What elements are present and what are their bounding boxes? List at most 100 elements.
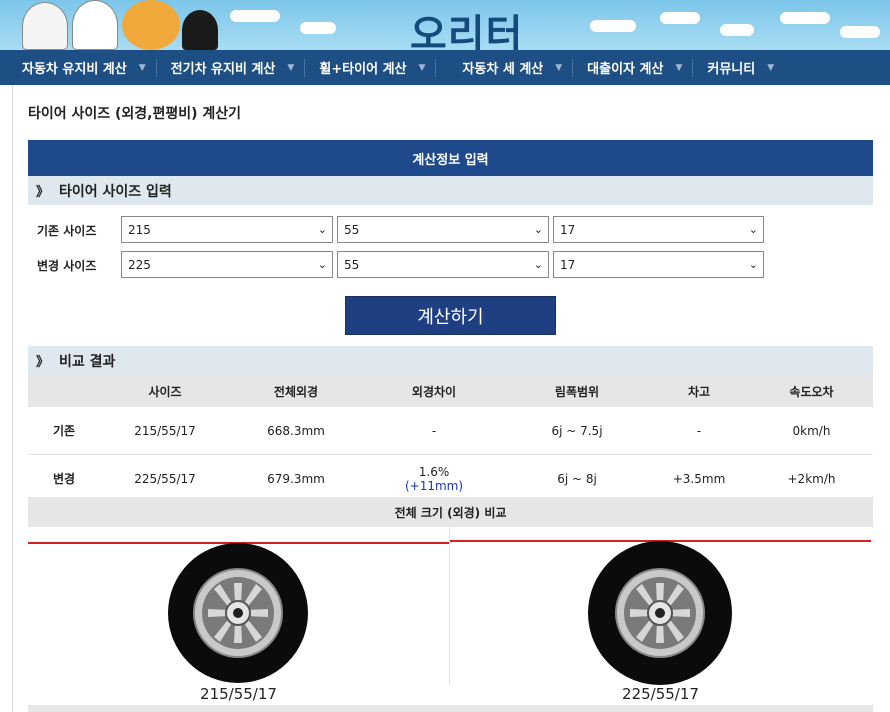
input-section-bar: 계산정보 입력: [28, 140, 873, 176]
column-header: 외경차이: [362, 375, 506, 407]
cloud-decoration: [590, 20, 636, 32]
cloud-decoration: [660, 12, 700, 24]
cloud-decoration: [780, 12, 830, 24]
chevron-down-icon: ⌄: [748, 223, 758, 236]
chevron-down-icon: ⌄: [533, 223, 543, 236]
cloud-decoration: [230, 10, 280, 22]
section-footer: [28, 705, 873, 712]
nav-divider: [435, 58, 437, 77]
tire-icon: [168, 543, 308, 683]
cell-diameter: 668.3mm: [230, 407, 362, 455]
size-compare-header: 전체 크기 (외경) 비교: [28, 497, 873, 527]
double-chevron-icon: 》: [36, 355, 50, 370]
header-banner: 오리터: [0, 0, 890, 50]
select-value: 55: [344, 222, 360, 237]
nav-item-label: 자동차 세 계산: [462, 62, 544, 77]
nav-item-label: 대출이자 계산: [587, 62, 664, 77]
column-header: 차고: [648, 375, 750, 407]
nav-divider: [304, 58, 306, 77]
cell-height: +3.5mm: [648, 454, 750, 503]
cell-rim: 6j ~ 7.5j: [506, 407, 648, 455]
nav-divider: [155, 58, 157, 77]
nav-item-label: 휠+타이어 계산: [319, 62, 407, 77]
cell-rim: 6j ~ 8j: [506, 454, 648, 503]
chevron-down-icon: ⌄: [533, 258, 543, 271]
table-row: 기존 215/55/17 668.3mm - 6j ~ 7.5j - 0km/h: [28, 407, 873, 455]
select-value: 55: [344, 257, 360, 272]
row-label: 기존: [28, 407, 100, 455]
cell-speed: 0km/h: [750, 407, 873, 455]
section-title: 비교 결과: [59, 353, 116, 370]
mascot-penguin-icon: [182, 10, 218, 50]
current-width-select[interactable]: 215 ⌄: [121, 216, 333, 243]
tire-size-label: 215/55/17: [200, 685, 277, 703]
column-header: [28, 375, 100, 407]
double-chevron-icon: 》: [36, 185, 50, 200]
new-width-select[interactable]: 225 ⌄: [121, 251, 333, 278]
cloud-decoration: [840, 26, 880, 38]
new-aspect-select[interactable]: 55 ⌄: [337, 251, 549, 278]
cell-diff: -: [362, 407, 506, 455]
chevron-down-icon: ▼: [767, 62, 775, 73]
main-content: 타이어 사이즈 (외경,편평비) 계산기 계산정보 입력 》 타이어 사이즈 입…: [12, 85, 890, 712]
nav-item-community[interactable]: 커뮤니티 ▼: [707, 50, 784, 85]
comparison-table: 사이즈 전체외경 외경차이 림폭범위 차고 속도오차 기존 215/55/17 …: [28, 375, 873, 503]
main-nav: 자동차 유지비 계산 ▼ 전기차 유지비 계산 ▼ 휠+타이어 계산 ▼ 자동차…: [0, 50, 890, 85]
new-size-label: 변경 사이즈: [37, 259, 97, 273]
select-value: 17: [560, 257, 576, 272]
nav-divider: [692, 58, 694, 77]
select-value: 225: [128, 257, 151, 272]
column-header: 속도오차: [750, 375, 873, 407]
chevron-down-icon: ▼: [418, 62, 426, 73]
column-header: 전체외경: [230, 375, 362, 407]
tire-size-input-header: 》 타이어 사이즈 입력: [28, 176, 873, 205]
current-rim-select[interactable]: 17 ⌄: [553, 216, 764, 243]
section-title: 타이어 사이즈 입력: [59, 183, 172, 200]
nav-item-label: 커뮤니티: [707, 62, 756, 77]
nav-item-label: 전기차 유지비 계산: [170, 62, 276, 77]
select-value: 215: [128, 222, 151, 237]
select-value: 17: [560, 222, 576, 237]
current-size-label: 기존 사이즈: [37, 224, 97, 238]
nav-divider: [572, 58, 574, 77]
tire-icon: [588, 541, 732, 685]
table-header-row: 사이즈 전체외경 외경차이 림폭범위 차고 속도오차: [28, 375, 873, 407]
cell-diff: 1.6% (+11mm): [362, 454, 506, 503]
result-header: 》 비교 결과: [28, 346, 873, 375]
column-header: 림폭범위: [506, 375, 648, 407]
mascot-bird-icon: [72, 0, 118, 50]
nav-item-loan-interest[interactable]: 대출이자 계산 ▼: [587, 50, 692, 85]
page-title: 타이어 사이즈 (외경,편평비) 계산기: [28, 106, 242, 122]
nav-item-car-tax[interactable]: 자동차 세 계산 ▼: [462, 50, 572, 85]
chevron-down-icon: ⌄: [748, 258, 758, 271]
nav-item-label: 자동차 유지비 계산: [22, 62, 127, 77]
site-logo[interactable]: 오리터: [410, 2, 523, 50]
chevron-down-icon: ⌄: [317, 223, 327, 236]
cell-diameter: 679.3mm: [230, 454, 362, 503]
diff-value: 1.6%: [418, 464, 450, 479]
mascot-ghost-icon: [22, 2, 68, 50]
chevron-down-icon: ▼: [138, 62, 146, 73]
cell-size: 225/55/17: [100, 454, 230, 503]
nav-item-car-cost[interactable]: 자동차 유지비 계산 ▼: [22, 50, 156, 85]
new-rim-select[interactable]: 17 ⌄: [553, 251, 764, 278]
nav-item-wheel-tire[interactable]: 휠+타이어 계산 ▼: [319, 50, 435, 85]
column-header: 사이즈: [100, 375, 230, 407]
tire-compare-new: [450, 527, 871, 685]
cell-height: -: [648, 407, 750, 455]
diff-value: -: [431, 423, 437, 438]
row-label: 변경: [28, 454, 100, 503]
table-row: 변경 225/55/17 679.3mm 1.6% (+11mm) 6j ~ 8…: [28, 454, 873, 503]
tire-compare-current: [28, 527, 450, 685]
chevron-down-icon: ▼: [555, 62, 563, 73]
chevron-down-icon: ▼: [675, 62, 683, 73]
diff-mm-value: (+11mm): [404, 478, 464, 493]
calculate-button[interactable]: 계산하기: [345, 296, 556, 335]
nav-item-ev-cost[interactable]: 전기차 유지비 계산 ▼: [171, 50, 305, 85]
chevron-down-icon: ▼: [287, 62, 295, 73]
cell-size: 215/55/17: [100, 407, 230, 455]
cloud-decoration: [300, 22, 336, 34]
mascot-lion-icon: [122, 0, 180, 50]
current-aspect-select[interactable]: 55 ⌄: [337, 216, 549, 243]
cloud-decoration: [720, 24, 754, 36]
